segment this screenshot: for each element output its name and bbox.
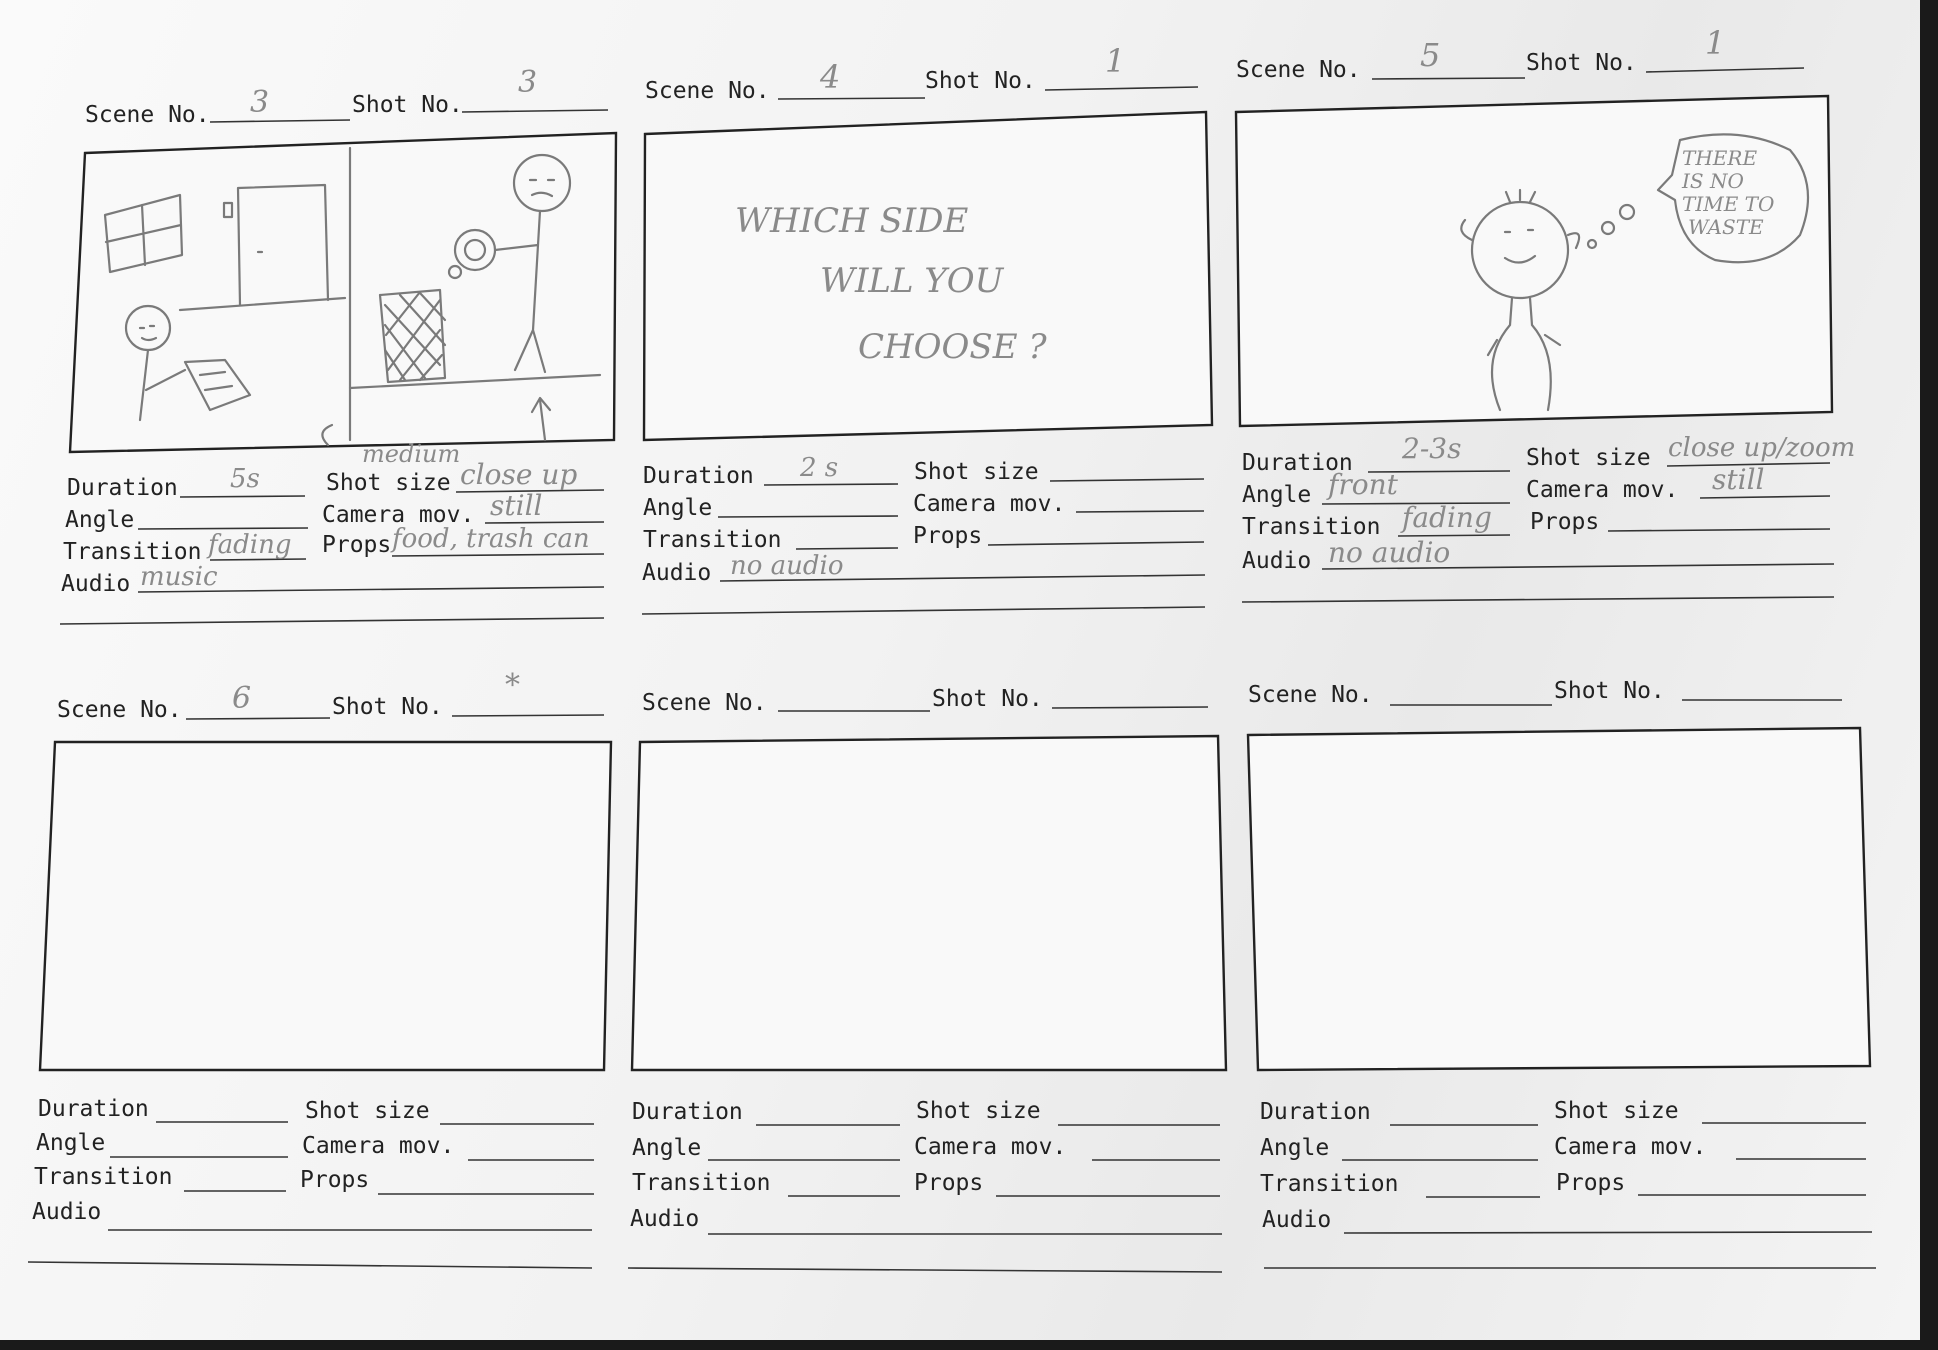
shot-size-note: medium — [362, 440, 460, 468]
shot-size-label: Shot size — [914, 459, 1039, 485]
scene-value: 3 — [250, 85, 269, 120]
scene-label: Scene No. — [1248, 682, 1373, 708]
scene-value: 4 — [819, 58, 840, 96]
transition-value: fading — [206, 530, 291, 560]
scene-value: 6 — [232, 681, 251, 716]
panel-4: Scene No. 6 Shot No. * Duration Shot siz… — [27, 668, 613, 1269]
audio-label: Audio — [61, 571, 130, 597]
audio-label: Audio — [1262, 1207, 1331, 1233]
thought-line-2: IS NO — [1681, 169, 1744, 193]
panel-3: Scene No. 5 Shot No. 1 THERE IS NO TIME … — [1234, 24, 1855, 603]
panel-6: Scene No. Shot No. Duration Shot size An… — [1246, 678, 1876, 1269]
panel-2: Scene No. 4 Shot No. 1 WHICH SIDE WILL Y… — [641, 42, 1214, 615]
camera-mov-label: Camera mov. — [302, 1133, 454, 1159]
props-label: Props — [913, 523, 982, 549]
angle-label: Angle — [1242, 482, 1311, 508]
shot-size-value: close up — [460, 458, 577, 491]
shot-value: 3 — [518, 65, 537, 100]
shot-size-label: Shot size — [326, 470, 451, 496]
shot-label: Shot No. — [1554, 678, 1665, 704]
angle-label: Angle — [643, 495, 712, 521]
duration-value: 2 s — [799, 453, 838, 483]
camera-mov-label: Camera mov. — [914, 1134, 1066, 1160]
audio-label: Audio — [32, 1199, 101, 1225]
shot-value: 1 — [1705, 24, 1725, 62]
shot-label: Shot No. — [932, 686, 1043, 712]
angle-label: Angle — [1260, 1135, 1329, 1161]
props-label: Props — [1530, 509, 1599, 535]
transition-label: Transition — [632, 1170, 770, 1196]
transition-value: fading — [1400, 501, 1492, 534]
frame-text-line-3: CHOOSE ? — [858, 327, 1047, 367]
frame-text-line-1: WHICH SIDE — [735, 201, 968, 241]
scene-label: Scene No. — [57, 697, 182, 723]
camera-mov-value: still — [490, 489, 543, 522]
thought-line-1: THERE — [1682, 146, 1757, 170]
duration-value: 5s — [230, 464, 260, 494]
frame-text-line-2: WILL YOU — [820, 261, 1005, 301]
panel-5: Scene No. Shot No. Duration Shot size An… — [627, 686, 1228, 1273]
props-label: Props — [322, 532, 391, 558]
shot-size-label: Shot size — [1554, 1098, 1679, 1124]
props-label: Props — [914, 1170, 983, 1196]
shot-label: Shot No. — [1526, 50, 1637, 76]
shot-label: Shot No. — [352, 92, 463, 118]
shot-size-label: Shot size — [305, 1098, 430, 1124]
shot-size-label: Shot size — [916, 1098, 1041, 1124]
storyboard-canvas: Scene No. 3 Shot No. 3 medium Duration 5… — [27, 24, 1876, 1273]
props-value: food, trash can — [390, 524, 590, 554]
angle-value: front — [1326, 468, 1399, 501]
shot-size-label: Shot size — [1526, 445, 1651, 471]
audio-label: Audio — [1242, 548, 1311, 574]
audio-value: music — [140, 562, 218, 592]
audio-value: no audio — [1328, 536, 1450, 569]
scene-value: 5 — [1420, 36, 1440, 74]
audio-value: no audio — [730, 551, 844, 581]
thought-line-4: WASTE — [1688, 215, 1764, 239]
frame-6 — [1246, 726, 1872, 1072]
frame-5 — [630, 734, 1228, 1072]
frame-4 — [38, 740, 613, 1072]
duration-label: Duration — [1260, 1099, 1371, 1125]
duration-value: 2-3s — [1401, 432, 1461, 465]
duration-label: Duration — [67, 475, 178, 501]
angle-label: Angle — [36, 1130, 105, 1156]
scene-label: Scene No. — [642, 690, 767, 716]
storyboard-sheet: Scene No. 3 Shot No. 3 medium Duration 5… — [0, 0, 1938, 1350]
camera-mov-label: Camera mov. — [1526, 477, 1678, 503]
transition-label: Transition — [643, 527, 781, 553]
shot-label: Shot No. — [332, 694, 443, 720]
scene-label: Scene No. — [85, 102, 210, 128]
transition-label: Transition — [34, 1164, 172, 1190]
scene-label: Scene No. — [1236, 57, 1361, 83]
duration-label: Duration — [643, 463, 754, 489]
camera-mov-label: Camera mov. — [1554, 1134, 1706, 1160]
camera-mov-value: still — [1712, 463, 1765, 496]
transition-label: Transition — [1260, 1171, 1398, 1197]
scene-label: Scene No. — [645, 78, 770, 104]
shot-label: Shot No. — [925, 68, 1036, 94]
duration-label: Duration — [632, 1099, 743, 1125]
shot-size-value: close up/zoom — [1668, 433, 1855, 463]
angle-label: Angle — [65, 507, 134, 533]
props-label: Props — [1556, 1170, 1625, 1196]
props-label: Props — [300, 1167, 369, 1193]
shot-value: 1 — [1105, 42, 1125, 80]
shot-value: * — [505, 668, 520, 703]
angle-label: Angle — [632, 1135, 701, 1161]
audio-label: Audio — [642, 560, 711, 586]
audio-label: Audio — [630, 1206, 699, 1232]
camera-mov-label: Camera mov. — [913, 491, 1065, 517]
duration-label: Duration — [38, 1096, 149, 1122]
panel-1: Scene No. 3 Shot No. 3 medium Duration 5… — [59, 65, 618, 625]
thought-line-3: TIME TO — [1682, 192, 1774, 216]
